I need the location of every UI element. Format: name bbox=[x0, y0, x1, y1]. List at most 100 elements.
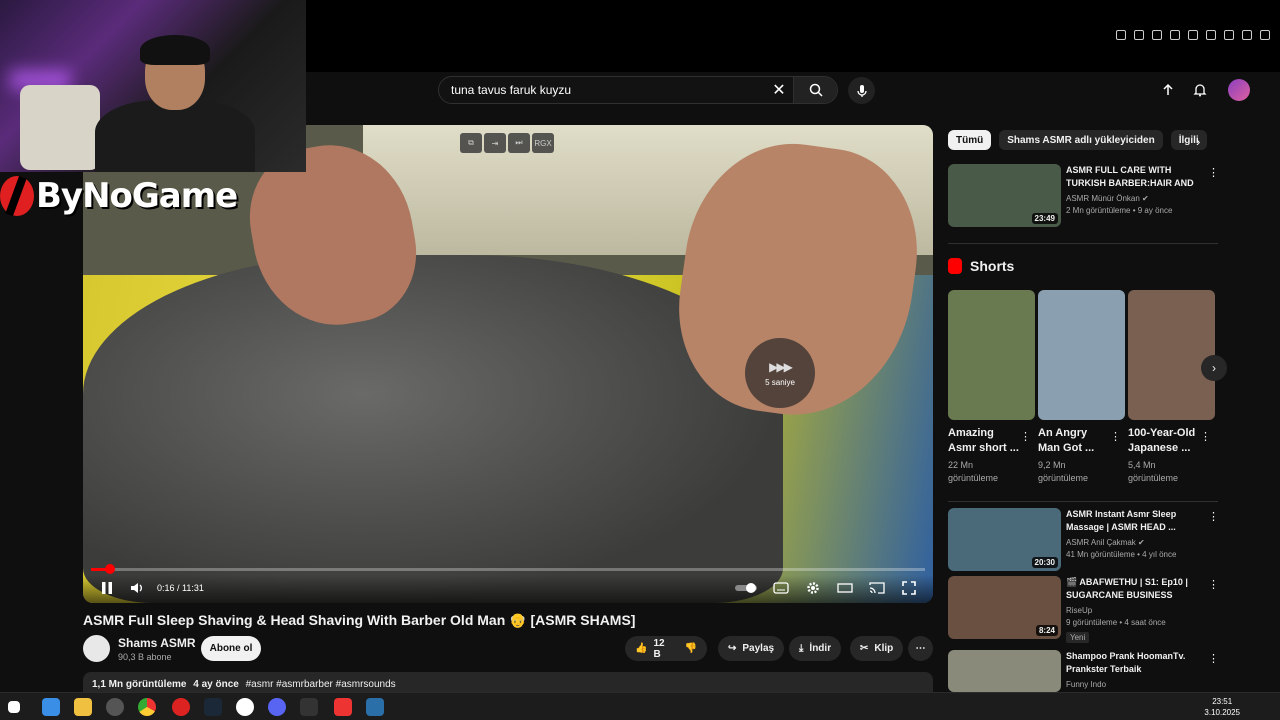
steam-icon[interactable] bbox=[204, 698, 222, 716]
heart-icon[interactable] bbox=[1188, 30, 1198, 40]
rec-title[interactable]: 🎬 ABAFWETHU | S1: Ep10 | SUGARCANE BUSIN… bbox=[1066, 576, 1201, 602]
rec-title[interactable]: ASMR FULL CARE WITH TURKISH BARBER:HAIR … bbox=[1066, 164, 1201, 190]
theater-mode-button[interactable] bbox=[837, 579, 853, 597]
voice-search-button[interactable] bbox=[848, 77, 875, 104]
menu-icon[interactable] bbox=[1260, 30, 1270, 40]
shorts-next-button[interactable]: › bbox=[1201, 355, 1227, 381]
rec-channel[interactable]: ASMR Anil Çakmak ✔ bbox=[1066, 538, 1201, 547]
video-thumbnail[interactable]: 20:30 bbox=[948, 508, 1061, 571]
short-thumbnail[interactable] bbox=[948, 290, 1035, 420]
box-icon[interactable] bbox=[1224, 30, 1234, 40]
steam-icon[interactable] bbox=[366, 698, 384, 716]
copy-icon[interactable]: ⧉ bbox=[460, 133, 482, 153]
short-thumbnail[interactable] bbox=[1038, 290, 1125, 420]
kebab-menu-icon[interactable]: ⋮ bbox=[1208, 510, 1219, 523]
video-thumbnail[interactable]: 8:24 bbox=[948, 576, 1061, 639]
short-views: 9,2 Mn görüntüleme bbox=[1038, 460, 1089, 483]
kebab-menu-icon[interactable]: ⋮ bbox=[1020, 430, 1031, 443]
clear-search-icon[interactable]: ✕ bbox=[765, 80, 793, 100]
short-item[interactable]: An Angry Man Got ... 9,2 Mn görüntüleme ⋮ bbox=[1038, 290, 1125, 485]
player-overlay-buttons[interactable]: ⧉ ⇥ ⏭ RGX bbox=[460, 133, 554, 153]
opera-gx-icon[interactable] bbox=[172, 698, 190, 716]
short-title[interactable]: Amazing Asmr short ... bbox=[948, 426, 1020, 456]
windows-start-icon[interactable] bbox=[8, 701, 20, 713]
clip-button[interactable]: ✂ Klip bbox=[850, 636, 904, 661]
more-actions-button[interactable]: ⋯ bbox=[908, 636, 933, 661]
duration-badge: 8:24 bbox=[1035, 625, 1058, 636]
progress-bar[interactable] bbox=[91, 564, 925, 574]
short-thumbnail[interactable] bbox=[1128, 290, 1215, 420]
kebab-menu-icon[interactable]: ⋮ bbox=[1200, 430, 1211, 443]
rec-channel[interactable]: Funny Indo bbox=[1066, 680, 1201, 689]
cast-button[interactable] bbox=[869, 579, 885, 597]
short-item[interactable]: Amazing Asmr short ... 22 Mn görüntüleme … bbox=[948, 290, 1035, 485]
shield-icon[interactable] bbox=[1152, 30, 1162, 40]
app-icon[interactable] bbox=[334, 698, 352, 716]
recommendation-item[interactable]: 20:30 ASMR Instant Asmr Sleep Massage | … bbox=[948, 508, 1219, 571]
recommendation-item[interactable]: Shampoo Prank HoomanTv. Prankster Terbai… bbox=[948, 650, 1219, 692]
kebab-menu-icon[interactable]: ⋮ bbox=[1208, 578, 1219, 591]
obs-icon[interactable] bbox=[236, 698, 254, 716]
subtitles-button[interactable] bbox=[773, 579, 789, 597]
short-title[interactable]: An Angry Man Got ... bbox=[1038, 426, 1110, 456]
hashtags[interactable]: #asmr #asmrbarber #asmrsounds bbox=[246, 679, 396, 690]
chevron-right-icon[interactable]: › bbox=[1196, 134, 1200, 149]
kebab-menu-icon[interactable]: ⋮ bbox=[1208, 652, 1219, 665]
account-avatar[interactable] bbox=[1228, 79, 1250, 101]
video-thumbnail[interactable] bbox=[948, 650, 1061, 692]
rec-title[interactable]: Shampoo Prank HoomanTv. Prankster Terbai… bbox=[1066, 650, 1201, 676]
extensions-icon[interactable] bbox=[1206, 30, 1216, 40]
file-explorer-icon[interactable] bbox=[74, 698, 92, 716]
recommendation-item[interactable]: 8:24 🎬 ABAFWETHU | S1: Ep10 | SUGARCANE … bbox=[948, 576, 1219, 645]
chip-from-uploader[interactable]: Shams ASMR adlı yükleyiciden bbox=[999, 130, 1163, 150]
download-button[interactable]: ⤓ İndir bbox=[789, 636, 842, 661]
widgets-icon[interactable] bbox=[42, 698, 60, 716]
kebab-menu-icon[interactable]: ⋮ bbox=[1110, 430, 1121, 443]
fullscreen-button[interactable] bbox=[901, 579, 917, 597]
rec-title[interactable]: ASMR Instant Asmr Sleep Massage | ASMR H… bbox=[1066, 508, 1201, 534]
system-clock[interactable]: 23:51 3.10.2025 bbox=[1204, 696, 1240, 718]
rec-channel[interactable]: ASMR Münür Önkan ✔ bbox=[1066, 194, 1201, 203]
play-icon[interactable] bbox=[1170, 30, 1180, 40]
notifications-button[interactable] bbox=[1191, 81, 1209, 99]
skip-ad-indicator[interactable]: ▶▶▶ 5 saniye bbox=[745, 338, 815, 408]
discord-icon[interactable] bbox=[268, 698, 286, 716]
gear-icon bbox=[807, 582, 819, 594]
view-count: 1,1 Mn görüntüleme bbox=[92, 679, 187, 690]
pin-icon[interactable] bbox=[1116, 30, 1126, 40]
thumbs-up-icon[interactable]: 👍 bbox=[635, 643, 647, 654]
rgx-badge[interactable]: RGX bbox=[532, 133, 554, 153]
volume-button[interactable] bbox=[129, 579, 145, 597]
recommendation-item[interactable]: 23:49 ASMR FULL CARE WITH TURKISH BARBER… bbox=[948, 164, 1219, 227]
upload-button[interactable] bbox=[1159, 81, 1177, 99]
share-button[interactable]: ↪ Paylaş bbox=[718, 636, 785, 661]
chip-all[interactable]: Tümü bbox=[948, 130, 992, 150]
short-title[interactable]: 100-Year-Old Japanese ... bbox=[1128, 426, 1200, 456]
kebab-menu-icon[interactable]: ⋮ bbox=[1208, 166, 1219, 179]
like-dislike-group[interactable]: 👍 12 B 👎 bbox=[625, 636, 707, 661]
chip-related[interactable]: İlgili bbox=[1170, 130, 1207, 150]
exit-icon[interactable]: ⇥ bbox=[484, 133, 506, 153]
chrome-icon[interactable] bbox=[138, 698, 156, 716]
autoplay-toggle[interactable] bbox=[735, 579, 759, 597]
skip-forward-icon[interactable]: ⏭ bbox=[508, 133, 530, 153]
shorts-icon bbox=[948, 258, 962, 274]
rec-meta: 2 Mn görüntüleme • 9 ay önce bbox=[1066, 206, 1173, 215]
epic-games-icon[interactable] bbox=[300, 698, 318, 716]
rec-channel[interactable]: RiseUp bbox=[1066, 606, 1201, 615]
screenshot-icon[interactable] bbox=[1134, 30, 1144, 40]
channel-avatar[interactable] bbox=[83, 635, 110, 662]
pause-button[interactable] bbox=[99, 579, 115, 597]
search-input[interactable]: tuna tavus faruk kuyzu bbox=[439, 83, 765, 97]
download-icon[interactable] bbox=[1242, 30, 1252, 40]
video-thumbnail[interactable]: 23:49 bbox=[948, 164, 1061, 227]
app-icon[interactable] bbox=[106, 698, 124, 716]
short-item[interactable]: 100-Year-Old Japanese ... 5,4 Mn görüntül… bbox=[1128, 290, 1215, 485]
thumbs-down-icon[interactable]: 👎 bbox=[685, 643, 697, 654]
search-bar[interactable]: tuna tavus faruk kuyzu ✕ bbox=[438, 76, 838, 104]
search-button[interactable] bbox=[793, 77, 837, 103]
settings-button[interactable] bbox=[805, 579, 821, 597]
subscribe-button[interactable]: Abone ol bbox=[201, 636, 261, 661]
browser-extension-icons[interactable] bbox=[1116, 30, 1270, 40]
channel-name[interactable]: Shams ASMR bbox=[118, 636, 196, 650]
